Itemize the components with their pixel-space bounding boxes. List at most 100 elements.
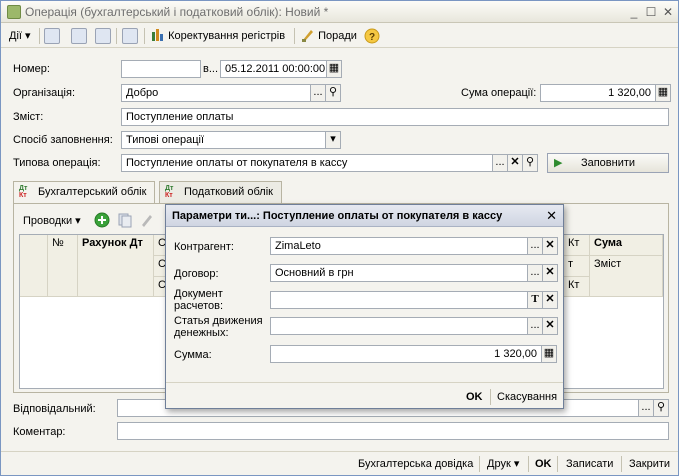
window-icon: [7, 5, 21, 19]
print-label: Друк: [487, 458, 511, 470]
dt-kt-icon: Дт Кт: [165, 185, 174, 199]
toolbar: Дії ▾ Коректування регістрів Поради ?: [1, 24, 678, 48]
operation-window: Операція (бухгалтерський і податковий об…: [0, 0, 679, 476]
chevron-down-icon[interactable]: ▾: [325, 131, 341, 149]
counterparty-field[interactable]: ZimaLeto: [270, 237, 528, 255]
tips-icon: [302, 30, 313, 42]
search-icon[interactable]: ⚲: [522, 154, 538, 172]
minimize-icon[interactable]: _: [627, 6, 641, 18]
column-no[interactable]: №: [48, 235, 78, 297]
select-ellipsis-icon[interactable]: ...: [527, 264, 543, 282]
play-icon: ▶: [554, 157, 563, 169]
dialog-close-icon[interactable]: ✕: [546, 205, 557, 227]
accounting-reference-button[interactable]: Бухгалтерська довідка: [358, 456, 473, 472]
fill-button[interactable]: ▶ Заповнити: [547, 153, 669, 173]
type-select-icon[interactable]: T: [527, 291, 543, 309]
view-icon[interactable]: [71, 28, 87, 44]
settlement-doc-label: Документ расчетов:: [174, 288, 224, 312]
post-doc-icon[interactable]: [44, 28, 60, 44]
help-icon: ?: [364, 28, 380, 44]
actions-label: Дії: [9, 30, 22, 42]
correct-registers-label: Коректування регістрів: [168, 30, 286, 42]
responsible-label: Відповідальний:: [13, 403, 96, 415]
select-ellipsis-icon[interactable]: ...: [492, 154, 508, 172]
tips-button[interactable]: Поради: [301, 28, 357, 44]
tab-tax-label: Податковий облік: [184, 186, 273, 198]
content-label: Зміст:: [13, 111, 44, 123]
cashflow-label: Статья движения денежных:: [174, 315, 263, 339]
structure-icon[interactable]: [122, 28, 138, 44]
number-label: Номер:: [13, 63, 50, 75]
toolbar-separator: [621, 456, 622, 472]
toolbar-separator: [557, 456, 558, 472]
postings-menu[interactable]: Проводки ▾: [23, 214, 81, 227]
clear-icon[interactable]: ✕: [542, 317, 558, 335]
dialog-footer: OK Скасування: [166, 382, 563, 408]
organization-field[interactable]: Добро: [121, 84, 311, 102]
copy-row-icon[interactable]: [117, 212, 133, 228]
search-icon[interactable]: ⚲: [325, 84, 341, 102]
tab-accounting-label: Бухгалтерський облік: [38, 186, 147, 198]
fill-button-label: Заповнити: [580, 157, 636, 169]
select-ellipsis-icon[interactable]: ...: [310, 84, 326, 102]
maximize-icon[interactable]: ☐: [644, 6, 658, 18]
fill-method-select[interactable]: Типові операції: [121, 131, 326, 149]
content-field[interactable]: Поступление оплаты: [121, 108, 669, 126]
grid-row-marker: [20, 235, 48, 297]
clear-icon[interactable]: ✕: [542, 237, 558, 255]
amount-field[interactable]: 1 320,00: [540, 84, 656, 102]
clear-icon[interactable]: ✕: [507, 154, 523, 172]
typical-op-field[interactable]: Поступление оплаты от покупателя в кассу: [121, 154, 493, 172]
column-debit-account[interactable]: Рахунок Дт: [78, 235, 154, 297]
correct-registers-button[interactable]: Коректування регістрів: [151, 28, 285, 44]
cashflow-field[interactable]: [270, 317, 528, 335]
column-amount[interactable]: Сума: [590, 235, 663, 256]
sum-field[interactable]: 1 320,00: [270, 345, 542, 363]
svg-text:?: ?: [369, 32, 375, 43]
typical-op-label: Типова операція:: [13, 157, 101, 169]
actions-menu[interactable]: Дії ▾: [9, 28, 31, 44]
calculator-icon[interactable]: ▦: [541, 345, 557, 363]
number-field[interactable]: [121, 60, 201, 78]
tab-tax[interactable]: Дт Кт Податковий облік: [159, 181, 282, 203]
date-field[interactable]: 05.12.2011 00:00:00: [220, 60, 327, 78]
search-icon[interactable]: ⚲: [653, 399, 669, 417]
registers-icon: [152, 29, 163, 41]
settlement-doc-field[interactable]: [270, 291, 528, 309]
dialog-ok-button[interactable]: OK: [466, 389, 483, 405]
help-button[interactable]: ?: [364, 28, 380, 44]
command-bar: Бухгалтерська довідка Друк ▾ OK Записати…: [1, 451, 678, 475]
edit-row-icon[interactable]: [139, 212, 155, 228]
window-title: Операція (бухгалтерський і податковий об…: [25, 5, 329, 19]
select-ellipsis-icon[interactable]: ...: [638, 399, 654, 417]
close-icon[interactable]: ✕: [661, 6, 675, 18]
date-prefix: в...: [203, 63, 219, 75]
close-button[interactable]: Закрити: [629, 456, 670, 472]
fill-method-label: Спосіб заповнення:: [13, 134, 113, 146]
copy-doc-icon[interactable]: [95, 28, 111, 44]
add-row-icon[interactable]: [94, 212, 110, 228]
clear-icon[interactable]: ✕: [542, 264, 558, 282]
dialog-title: Параметри ти...: Поступление оплаты от п…: [172, 210, 503, 222]
column-kt2[interactable]: Кт: [564, 277, 590, 297]
dialog-title-bar: Параметри ти...: Поступление оплаты от п…: [166, 205, 563, 227]
calculator-icon[interactable]: ▦: [655, 84, 671, 102]
select-ellipsis-icon[interactable]: ...: [527, 237, 543, 255]
toolbar-separator: [490, 389, 491, 405]
save-button[interactable]: Записати: [566, 456, 613, 472]
column-r[interactable]: т: [564, 256, 590, 277]
column-content[interactable]: Зміст: [590, 256, 663, 297]
comment-field[interactable]: [117, 422, 669, 440]
calendar-icon[interactable]: ▦: [326, 60, 342, 78]
clear-icon[interactable]: ✕: [542, 291, 558, 309]
dialog-cancel-button[interactable]: Скасування: [497, 389, 557, 405]
tab-accounting[interactable]: Дт Кт Бухгалтерський облік: [13, 181, 156, 204]
select-ellipsis-icon[interactable]: ...: [527, 317, 543, 335]
parameters-dialog: Параметри ти...: Поступление оплаты от п…: [165, 204, 564, 409]
column-kt[interactable]: Кт: [564, 235, 590, 256]
ok-button[interactable]: OK: [535, 456, 552, 472]
tips-label: Поради: [318, 30, 357, 42]
sum-label: Сумма:: [174, 349, 212, 361]
print-menu[interactable]: Друк ▾: [487, 456, 519, 472]
contract-field[interactable]: Основний в грн: [270, 264, 528, 282]
